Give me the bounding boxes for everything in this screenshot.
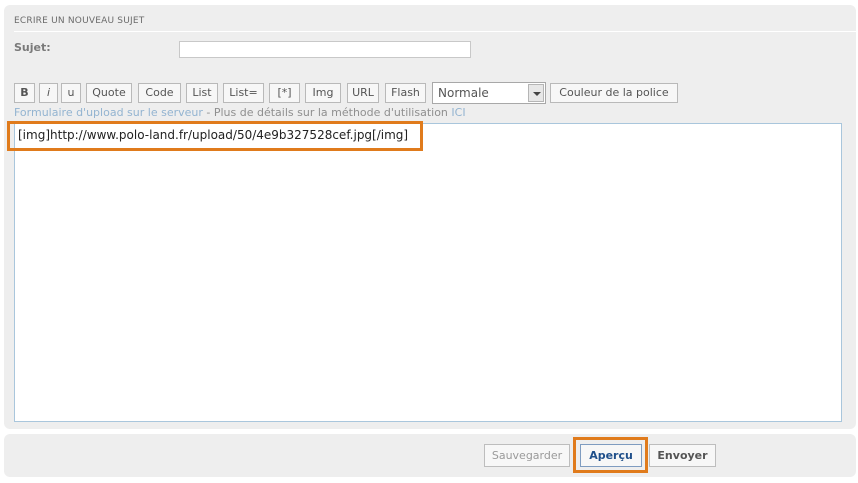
list-button[interactable]: List <box>186 83 218 103</box>
italic-button[interactable]: i <box>39 83 58 103</box>
url-button[interactable]: URL <box>347 83 379 103</box>
underline-button[interactable]: u <box>61 83 81 103</box>
upload-form-link[interactable]: Formulaire d'upload sur le serveur <box>14 106 203 119</box>
upload-separator: - <box>202 106 214 119</box>
font-size-select[interactable]: Normale <box>432 82 546 104</box>
action-bar <box>4 434 856 477</box>
title-divider <box>14 31 856 32</box>
message-textarea[interactable] <box>14 123 842 422</box>
upload-info-line: Formulaire d'upload sur le serveur - Plu… <box>14 106 466 119</box>
list-item-button[interactable]: [*] <box>269 83 300 103</box>
save-draft-button[interactable]: Sauvegarder <box>484 444 570 467</box>
upload-details-text: Plus de détails sur la méthode d'utilisa… <box>213 106 448 119</box>
send-button[interactable]: Envoyer <box>649 444 716 467</box>
subject-label: Sujet: <box>14 41 51 54</box>
dropdown-arrow-icon[interactable] <box>528 84 544 102</box>
ici-link[interactable]: ICI <box>451 106 465 119</box>
highlight-box-img-tag <box>7 121 423 151</box>
form-title: ECRIRE UN NOUVEAU SUJET <box>14 16 145 26</box>
img-button[interactable]: Img <box>305 83 341 103</box>
font-size-value: Normale <box>438 86 489 100</box>
bold-button[interactable]: B <box>14 83 35 103</box>
font-color-button[interactable]: Couleur de la police <box>550 83 678 103</box>
subject-input[interactable] <box>179 41 471 58</box>
flash-button[interactable]: Flash <box>385 83 426 103</box>
quote-button[interactable]: Quote <box>86 83 132 103</box>
code-button[interactable]: Code <box>138 83 181 103</box>
list-numbered-button[interactable]: List= <box>223 83 264 103</box>
highlight-box-preview <box>573 437 648 473</box>
